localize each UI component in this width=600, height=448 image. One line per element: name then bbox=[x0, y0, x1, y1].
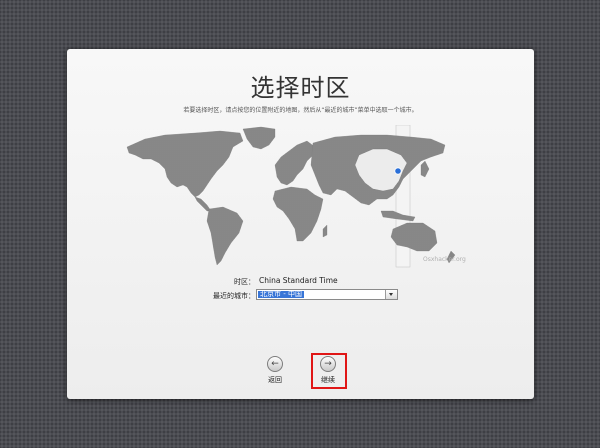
watermark: Osxhacker.org bbox=[423, 256, 466, 263]
nearest-city-value: 北京市 - 中国 bbox=[258, 290, 304, 298]
timezone-value: China Standard Time bbox=[259, 276, 338, 285]
continent-greenland bbox=[242, 126, 276, 150]
continent-south-america bbox=[206, 206, 244, 266]
arrow-left-icon[interactable]: ← bbox=[267, 356, 283, 372]
world-map[interactable] bbox=[125, 125, 477, 270]
page-title: 选择时区 bbox=[250, 74, 351, 102]
setup-panel: 选择时区 若要选择时区，请点按您的位置附近的地图，然后从“最近的城市”菜单中选取… bbox=[67, 49, 534, 399]
continent-central-america bbox=[194, 196, 212, 212]
page-subtitle: 若要选择时区，请点按您的位置附近的地图，然后从“最近的城市”菜单中选取一个城市。 bbox=[183, 107, 418, 114]
nearest-city-select[interactable]: 北京市 - 中国 bbox=[256, 289, 398, 300]
continent-north-america bbox=[126, 130, 244, 198]
location-pin-icon bbox=[394, 167, 402, 175]
chevron-down-icon[interactable] bbox=[385, 290, 397, 299]
continue-highlight-box bbox=[311, 353, 347, 389]
continent-africa bbox=[272, 186, 324, 242]
back-button[interactable]: ← 返回 bbox=[260, 356, 290, 385]
back-label: 返回 bbox=[268, 376, 282, 384]
continent-europe bbox=[274, 140, 316, 186]
nearest-city-label: 最近的城市： bbox=[213, 292, 255, 300]
timezone-label: 时区： bbox=[234, 278, 255, 286]
